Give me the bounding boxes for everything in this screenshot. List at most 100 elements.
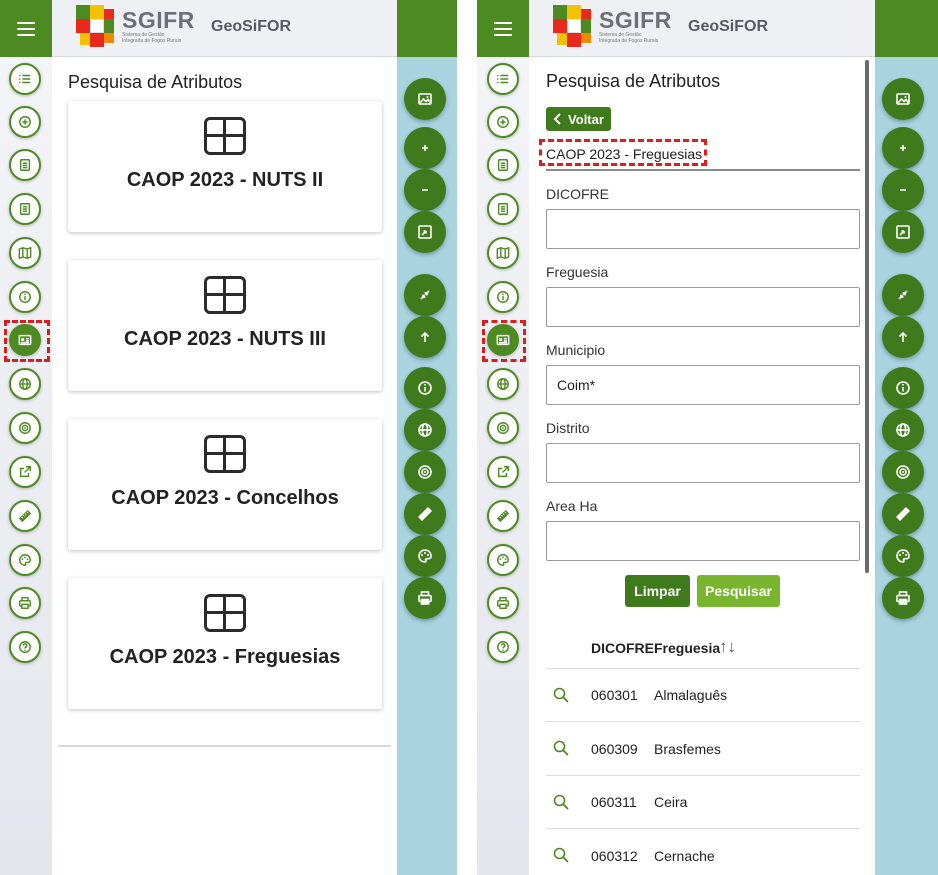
distrito-input[interactable] <box>546 443 860 483</box>
zoom-to-feature-icon[interactable] <box>553 794 569 810</box>
tool-button-help[interactable] <box>9 631 41 663</box>
header-accent <box>875 0 938 57</box>
palette-icon <box>896 549 910 563</box>
map-button-zoom-in[interactable] <box>882 127 924 169</box>
info-icon <box>19 291 31 303</box>
tool-button-map[interactable] <box>9 237 41 269</box>
tool-button-map[interactable] <box>487 237 519 269</box>
layer-card-nuts3[interactable]: CAOP 2023 - NUTS III <box>68 260 382 391</box>
map-button-fit-extent[interactable] <box>882 211 924 253</box>
menu-button[interactable] <box>477 0 529 57</box>
municipio-input[interactable] <box>546 365 860 405</box>
ruler-icon <box>418 507 432 521</box>
map-button-image[interactable] <box>404 78 446 120</box>
map-button-printer[interactable] <box>404 577 446 619</box>
map-button-printer[interactable] <box>882 577 924 619</box>
map-button-globe[interactable] <box>882 409 924 451</box>
panel-scrollbar[interactable] <box>865 60 869 573</box>
map-icon <box>496 246 510 260</box>
tool-button-printer[interactable] <box>487 587 519 619</box>
zoom-to-feature-icon[interactable] <box>553 740 569 756</box>
tool-button-document-alt[interactable] <box>487 193 519 225</box>
map-button-info[interactable] <box>882 367 924 409</box>
target-icon <box>19 422 31 434</box>
map-button-upload[interactable] <box>882 316 924 358</box>
brand-subtitle: Sistema de Gestão Integrada de Fogos Rur… <box>122 32 182 44</box>
tool-button-palette[interactable] <box>487 544 519 576</box>
map-button-zoom-out[interactable] <box>882 169 924 211</box>
tool-button-globe[interactable] <box>487 368 519 400</box>
tool-button-info[interactable] <box>487 281 519 313</box>
column-header-freguesia[interactable]: Freguesia <box>654 640 720 656</box>
ruler-icon <box>18 509 32 523</box>
tool-button-ruler[interactable] <box>487 500 519 532</box>
area-input[interactable] <box>546 521 860 561</box>
map-button-info[interactable] <box>404 367 446 409</box>
tool-button-target[interactable] <box>487 412 519 444</box>
tool-button-id-card[interactable] <box>9 324 41 356</box>
fit-extent-icon <box>896 225 910 239</box>
tool-button-palette[interactable] <box>9 544 41 576</box>
tool-button-list[interactable] <box>487 63 519 95</box>
tool-button-printer[interactable] <box>9 587 41 619</box>
zoom-to-feature-icon[interactable] <box>553 847 569 863</box>
map-button-collapse[interactable] <box>882 274 924 316</box>
sort-icon[interactable]: ↑↓ <box>719 637 736 657</box>
upload-icon <box>898 331 908 342</box>
column-header-dicofre[interactable]: DICOFRE <box>591 640 654 656</box>
layer-name-underline <box>546 169 860 171</box>
tool-button-globe[interactable] <box>9 368 41 400</box>
tool-button-ruler[interactable] <box>9 500 41 532</box>
layer-card-concelhos[interactable]: CAOP 2023 - Concelhos <box>68 419 382 550</box>
brand-subtitle: Sistema de Gestão Integrada de Fogos Rur… <box>599 32 659 44</box>
dicofre-input[interactable] <box>546 209 860 249</box>
map-button-image[interactable] <box>882 78 924 120</box>
tool-button-document-alt[interactable] <box>9 193 41 225</box>
layer-card-nuts2[interactable]: CAOP 2023 - NUTS II <box>68 101 382 232</box>
map-button-collapse[interactable] <box>404 274 446 316</box>
clear-button[interactable]: Limpar <box>625 575 690 607</box>
palette-icon <box>497 554 509 566</box>
tool-button-external-link[interactable] <box>487 456 519 488</box>
layer-card-freguesias[interactable]: CAOP 2023 - Freguesias <box>68 578 382 709</box>
zoom-to-feature-icon[interactable] <box>553 687 569 703</box>
document-alt-icon <box>497 203 509 215</box>
search-button[interactable]: Pesquisar <box>697 575 780 607</box>
map-button-target[interactable] <box>404 451 446 493</box>
map-button-ruler[interactable] <box>882 493 924 535</box>
zoom-out-icon <box>900 189 906 191</box>
brand-name: SGIFR <box>122 7 195 33</box>
globe-icon <box>19 378 31 390</box>
map-button-upload[interactable] <box>404 316 446 358</box>
tool-button-document[interactable] <box>487 149 519 181</box>
printer-icon <box>19 597 31 609</box>
map-button-palette[interactable] <box>882 535 924 577</box>
map-button-zoom-in[interactable] <box>404 127 446 169</box>
tool-button-document[interactable] <box>9 149 41 181</box>
tool-button-help[interactable] <box>487 631 519 663</box>
brand-name: SGIFR <box>599 7 672 33</box>
tool-button-id-card[interactable] <box>487 324 519 356</box>
freguesia-input[interactable] <box>546 287 860 327</box>
tool-button-plus-circle[interactable] <box>9 106 41 138</box>
map-button-palette[interactable] <box>404 535 446 577</box>
map-button-zoom-out[interactable] <box>404 169 446 211</box>
map-button-target[interactable] <box>882 451 924 493</box>
tool-button-target[interactable] <box>9 412 41 444</box>
map-button-globe[interactable] <box>404 409 446 451</box>
field-label-municipio: Municipio <box>546 342 606 358</box>
tool-button-plus-circle[interactable] <box>487 106 519 138</box>
grid-icon <box>204 276 246 314</box>
back-button[interactable]: Voltar <box>546 107 611 131</box>
tool-button-external-link[interactable] <box>9 456 41 488</box>
map-button-ruler[interactable] <box>404 493 446 535</box>
tool-button-info[interactable] <box>9 281 41 313</box>
tool-button-list[interactable] <box>9 63 41 95</box>
list-icon <box>18 74 31 84</box>
app-header: SGIFR Sistema de Gestão Integrada de Fog… <box>477 0 938 57</box>
grid-icon <box>204 594 246 632</box>
target-icon <box>418 465 432 479</box>
map-button-fit-extent[interactable] <box>404 211 446 253</box>
menu-button[interactable] <box>0 0 52 57</box>
fit-extent-icon <box>418 225 432 239</box>
